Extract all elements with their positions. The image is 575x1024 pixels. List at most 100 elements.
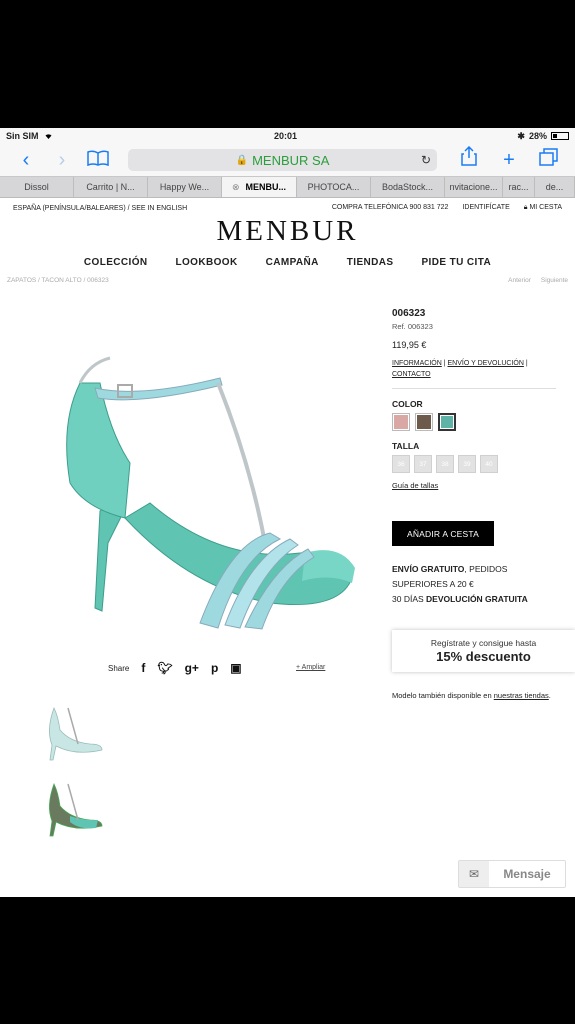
info-links: INFORMACIÓN | ENVÍO Y DEVOLUCIÓN | CONTA… [392, 358, 562, 380]
close-tab-icon[interactable]: ⊗ [232, 182, 240, 193]
breadcrumb-bar: ZAPATOS / TACON ALTO / 006323 Anterior S… [0, 277, 575, 284]
main-nav-item[interactable]: LOOKBOOK [176, 257, 238, 268]
new-tab-icon[interactable]: + [491, 144, 527, 176]
free-returns: DEVOLUCIÓN GRATUITA [426, 594, 528, 604]
cart-icon: 🔒︎ [523, 204, 528, 211]
size-options: 36 37 38 39 40 [392, 455, 562, 473]
address-text: MENBUR SA [252, 152, 330, 168]
battery-icon [550, 132, 569, 140]
main-nav-item[interactable]: TIENDAS [347, 257, 394, 268]
swatch-color [441, 416, 453, 428]
message-label: Mensaje [503, 867, 551, 881]
share-label: Share [108, 663, 130, 673]
share-row: Share f 🐦︎ g+ p ▣ [108, 661, 242, 675]
tabs-icon[interactable] [531, 144, 567, 176]
product-image[interactable] [40, 343, 370, 643]
main-nav-item[interactable]: COLECCIÓN [84, 257, 148, 268]
share-icon[interactable] [451, 144, 487, 176]
forward-button[interactable]: › [44, 144, 80, 176]
promo-discount: 15% descuento [436, 649, 531, 664]
zoom-link[interactable]: + Ampliar [296, 664, 325, 671]
clock: 20:01 [273, 131, 297, 141]
browser-tab[interactable]: PHOTOCA... [297, 177, 371, 197]
main-nav-item[interactable]: CAMPAÑA [266, 257, 319, 268]
region-link[interactable]: ESPAÑA (PENÍNSULA/BALEARES) / SEE IN ENG… [13, 205, 187, 212]
product-info: 006323 Ref. 006323 119,95 € INFORMACIÓN … [392, 308, 562, 607]
color-swatch[interactable] [415, 413, 433, 431]
availability-note: Modelo también disponible en nuestras ti… [392, 690, 552, 701]
wifi-icon [43, 131, 54, 141]
browser-tab[interactable]: nvitacione... [445, 177, 503, 197]
site-logo[interactable]: MENBUR [0, 216, 575, 246]
swatch-color [394, 415, 408, 429]
facebook-icon[interactable]: f [141, 661, 145, 675]
free-shipping: ENVÍO GRATUITO [392, 564, 465, 574]
reload-icon[interactable]: ↻ [421, 153, 431, 167]
color-label: COLOR [392, 399, 423, 409]
googleplus-icon[interactable]: g+ [185, 661, 199, 675]
phone-order: COMPRA TELEFÓNICA 900 831 722 [331, 204, 449, 211]
signup-promo[interactable]: Regístrate y consigue hasta 15% descuent… [392, 630, 575, 672]
product-price: 119,95 € [392, 340, 427, 350]
prev-link[interactable]: Anterior [508, 277, 531, 284]
lock-icon: 🔒 [235, 154, 249, 166]
browser-tab[interactable]: rac... [503, 177, 535, 197]
size-guide-link[interactable]: Guía de tallas [392, 481, 562, 490]
info-link[interactable]: INFORMACIÓN [392, 360, 442, 367]
browser-toolbar: ‹ › 🔒 MENBUR SA ↻ + [0, 144, 575, 176]
tab-label: nvitacione... [449, 182, 498, 192]
browser-tab[interactable]: Dissol [0, 177, 74, 197]
thumbnail-1[interactable] [40, 700, 104, 766]
link-separator: | [443, 360, 446, 367]
breadcrumb[interactable]: ZAPATOS / TACON ALTO / 006323 [7, 277, 109, 284]
availability-text: Modelo también disponible en [392, 691, 494, 700]
color-swatch[interactable] [392, 413, 410, 431]
browser-tab[interactable]: de... [535, 177, 575, 197]
main-nav: COLECCIÓN LOOKBOOK CAMPAÑA TIENDAS PIDE TU C… [0, 257, 575, 268]
instagram-icon[interactable]: ▣ [230, 661, 241, 675]
size-option[interactable]: 37 [414, 455, 432, 473]
size-option[interactable]: 38 [436, 455, 454, 473]
main-nav-item[interactable]: PIDE TU CITA [421, 257, 491, 268]
cart-label: MI CESTA [529, 204, 562, 211]
cart-link[interactable]: 🔒︎ MI CESTA [524, 204, 562, 212]
message-button[interactable]: ✉ Mensaje [458, 860, 566, 888]
back-button[interactable]: ‹ [8, 144, 44, 176]
divider [392, 388, 556, 389]
login-link[interactable]: IDENTIFÍCATE [462, 204, 509, 212]
browser-tab[interactable]: Carrito | N... [74, 177, 148, 197]
add-to-cart-button[interactable]: AÑADIR A CESTA [392, 521, 494, 546]
browser-tab[interactable]: Happy We... [148, 177, 222, 197]
size-option[interactable]: 36 [392, 455, 410, 473]
tab-label: Happy We... [159, 182, 210, 192]
next-link[interactable]: Siguiente [541, 277, 568, 284]
product-ref: Ref. 006323 [392, 322, 433, 331]
size-option[interactable]: 40 [480, 455, 498, 473]
contact-link[interactable]: CONTACTO [392, 371, 431, 378]
tab-label: PHOTOCA... [307, 182, 360, 192]
shipping-minimum: SUPERIORES A 20 € [392, 579, 474, 589]
availability-end: . [548, 691, 551, 700]
site-topbar: ESPAÑA (PENÍNSULA/BALEARES) / SEE IN ENG… [0, 201, 575, 215]
bluetooth-icon: ✱ [517, 130, 525, 141]
tab-label: MENBU... [245, 182, 287, 192]
size-label: TALLA [392, 441, 420, 451]
tab-label: BodaStock... [381, 182, 434, 192]
shipping-link[interactable]: ENVÍO Y DEVOLUCIÓN [448, 360, 524, 367]
bookmarks-icon[interactable] [80, 144, 116, 176]
browser-tab[interactable]: BodaStock... [371, 177, 445, 197]
swatch-color [417, 415, 431, 429]
shipping-info: ENVÍO GRATUITO, PEDIDOS SUPERIORES A 20 … [392, 562, 562, 607]
color-swatch[interactable] [438, 413, 456, 431]
twitter-icon[interactable]: 🐦︎ [157, 661, 172, 675]
color-swatches [392, 413, 562, 431]
browser-tabs: Dissol Carrito | N... Happy We... ⊗ MENBU...… [0, 176, 575, 198]
pinterest-icon[interactable]: p [211, 661, 218, 675]
mail-icon: ✉ [459, 861, 489, 887]
browser-tab[interactable]: ⊗ MENBU... [222, 177, 297, 197]
stores-link[interactable]: nuestras tiendas [494, 691, 549, 700]
product-name: 006323 [392, 308, 426, 319]
thumbnail-2[interactable] [40, 776, 104, 842]
size-option[interactable]: 39 [458, 455, 476, 473]
address-bar[interactable]: 🔒 MENBUR SA ↻ [128, 149, 437, 171]
